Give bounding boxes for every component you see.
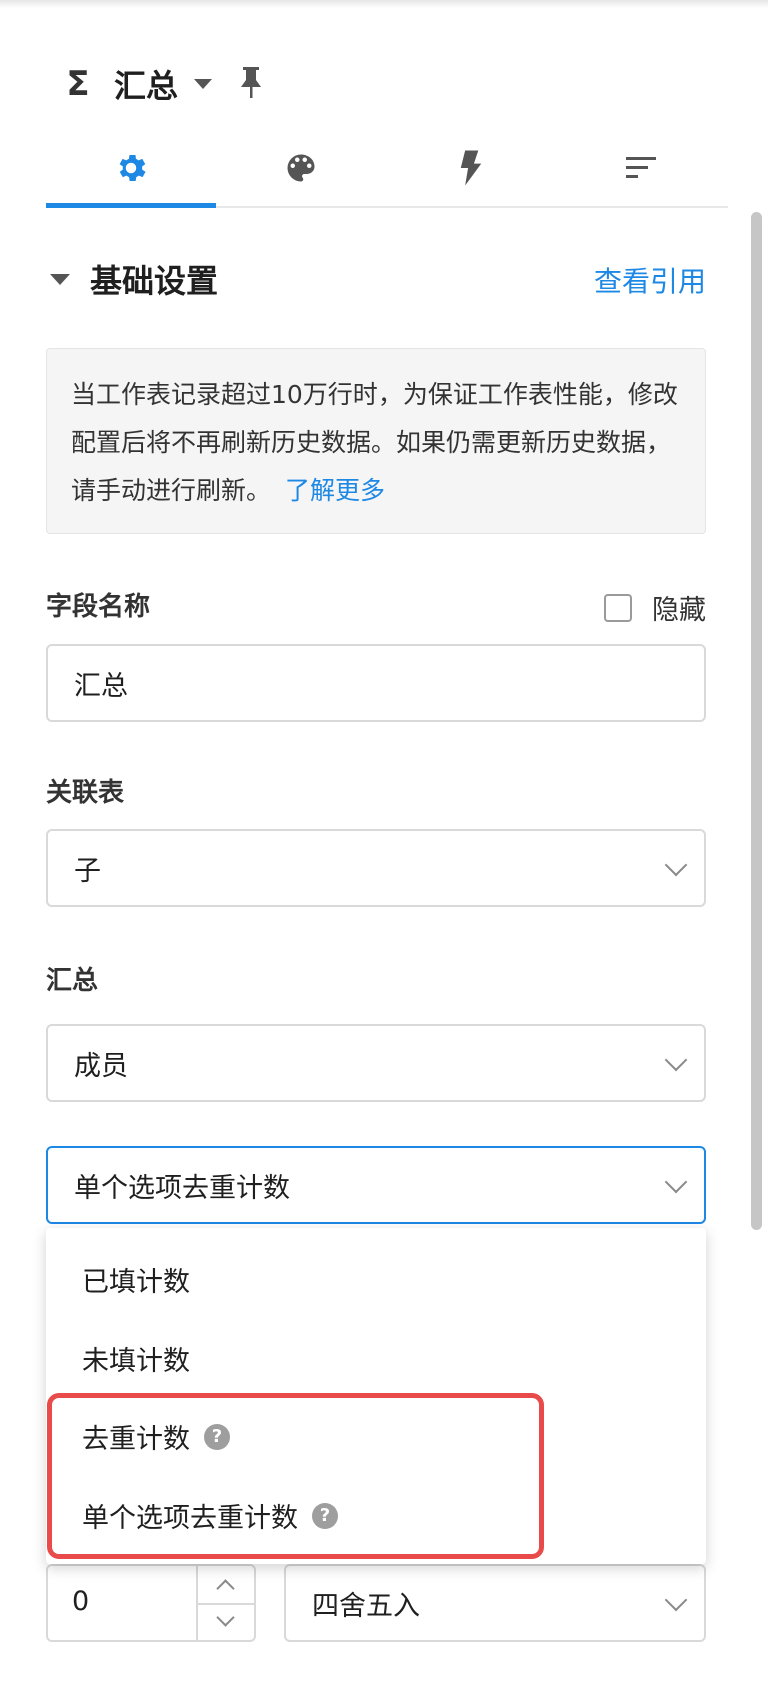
collapse-icon[interactable] bbox=[50, 273, 70, 285]
tab-style[interactable] bbox=[216, 130, 386, 206]
tab-bar bbox=[46, 130, 728, 208]
hidden-checkbox[interactable] bbox=[604, 593, 632, 622]
panel-header: Σ 汇总 bbox=[64, 60, 264, 108]
section-title: 基础设置 bbox=[90, 262, 219, 300]
chevron-down-icon bbox=[664, 1048, 688, 1072]
gear-icon bbox=[119, 154, 146, 182]
title-dropdown-icon[interactable] bbox=[194, 79, 213, 89]
chevron-down-icon bbox=[664, 1170, 688, 1194]
field-name-input[interactable]: 汇总 bbox=[46, 644, 706, 722]
field-settings-panel: Σ 汇总 基础设置 查看引用 当工作表记录超过10万行时，为保证工作表性能，修改… bbox=[0, 0, 768, 1696]
summary-method-value: 单个选项去重计数 bbox=[74, 1172, 290, 1204]
relation-table-select[interactable]: 子 bbox=[46, 829, 706, 907]
relation-table-label: 关联表 bbox=[46, 778, 125, 808]
relation-table-value: 子 bbox=[74, 855, 101, 887]
chevron-up-icon bbox=[216, 1579, 235, 1598]
section-basic-settings[interactable]: 基础设置 bbox=[50, 256, 218, 302]
hidden-label: 隐藏 bbox=[652, 595, 706, 626]
menu-option[interactable]: 未填计数 bbox=[82, 1339, 190, 1378]
option-label: 已填计数 bbox=[82, 1267, 190, 1298]
summary-label: 汇总 bbox=[46, 966, 99, 996]
decrement-button[interactable] bbox=[198, 1603, 254, 1642]
performance-notice: 当工作表记录超过10万行时，为保证工作表性能，修改配置后将不再刷新历史数据。如果… bbox=[46, 348, 706, 534]
menu-option[interactable]: 已填计数 bbox=[82, 1260, 190, 1299]
rounding-select[interactable]: 四舍五入 bbox=[284, 1564, 706, 1642]
summary-field-select[interactable]: 成员 bbox=[46, 1024, 706, 1102]
palette-icon bbox=[287, 154, 315, 182]
increment-button[interactable] bbox=[198, 1566, 254, 1603]
precision-value: 0 bbox=[72, 1586, 90, 1617]
stepper-controls bbox=[196, 1566, 254, 1640]
highlight-annotation bbox=[47, 1393, 544, 1559]
field-title: 汇总 bbox=[114, 67, 179, 105]
chevron-down-icon bbox=[664, 853, 688, 877]
hidden-toggle[interactable]: 隐藏 bbox=[604, 588, 706, 627]
view-references-link[interactable]: 查看引用 bbox=[594, 260, 706, 300]
chevron-down-icon bbox=[216, 1608, 235, 1627]
scrollbar-thumb[interactable] bbox=[751, 212, 762, 1230]
rounding-value: 四舍五入 bbox=[312, 1590, 420, 1622]
sigma-icon: Σ bbox=[66, 64, 90, 104]
chevron-down-icon bbox=[664, 1588, 688, 1612]
tab-actions[interactable] bbox=[386, 130, 556, 206]
tab-settings[interactable] bbox=[46, 130, 216, 208]
field-name-label: 字段名称 bbox=[46, 592, 151, 622]
lightning-icon bbox=[460, 150, 482, 186]
pin-icon[interactable] bbox=[238, 65, 264, 103]
tab-sort[interactable] bbox=[556, 130, 726, 206]
precision-stepper[interactable]: 0 bbox=[46, 1564, 256, 1642]
option-label: 未填计数 bbox=[82, 1346, 190, 1377]
learn-more-link[interactable]: 了解更多 bbox=[285, 476, 385, 505]
sort-icon bbox=[626, 157, 656, 178]
summary-method-select[interactable]: 单个选项去重计数 bbox=[46, 1146, 706, 1224]
summary-field-value: 成员 bbox=[74, 1050, 128, 1082]
field-name-value: 汇总 bbox=[74, 670, 128, 702]
